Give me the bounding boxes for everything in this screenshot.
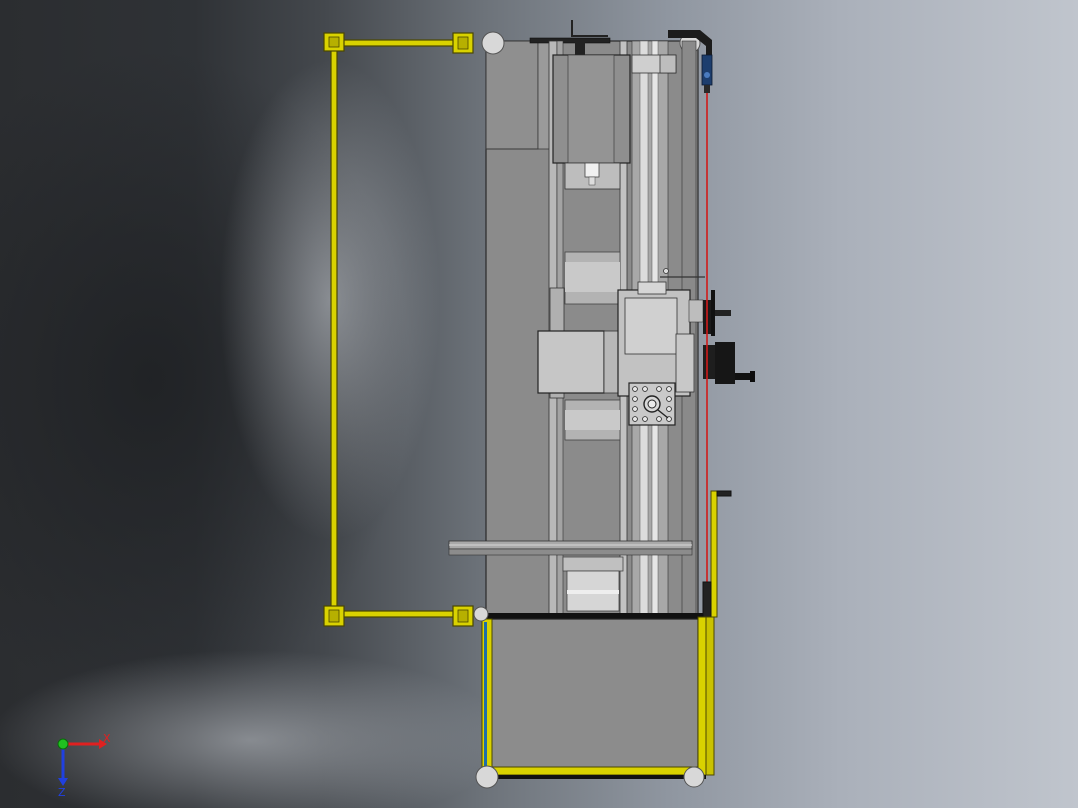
- cross-bar[interactable]: [448, 540, 693, 556]
- machine-model[interactable]: [0, 0, 1078, 808]
- lower-enclosure[interactable]: [481, 613, 715, 779]
- cad-viewport[interactable]: X Z: [0, 0, 1078, 808]
- bolt-plate[interactable]: [628, 382, 676, 426]
- handwheel-lower[interactable]: [703, 342, 755, 384]
- lower-cylinder: [562, 556, 624, 612]
- z-axis-label: Z: [58, 786, 66, 798]
- x-axis-label: X: [103, 732, 111, 745]
- orientation-triad: X Z: [57, 732, 111, 798]
- spindle-carriage[interactable]: [537, 281, 704, 399]
- y-axis-dot: [57, 738, 69, 750]
- frame-corner-inners: [328, 36, 469, 623]
- yellow-guard-frame[interactable]: [323, 32, 474, 627]
